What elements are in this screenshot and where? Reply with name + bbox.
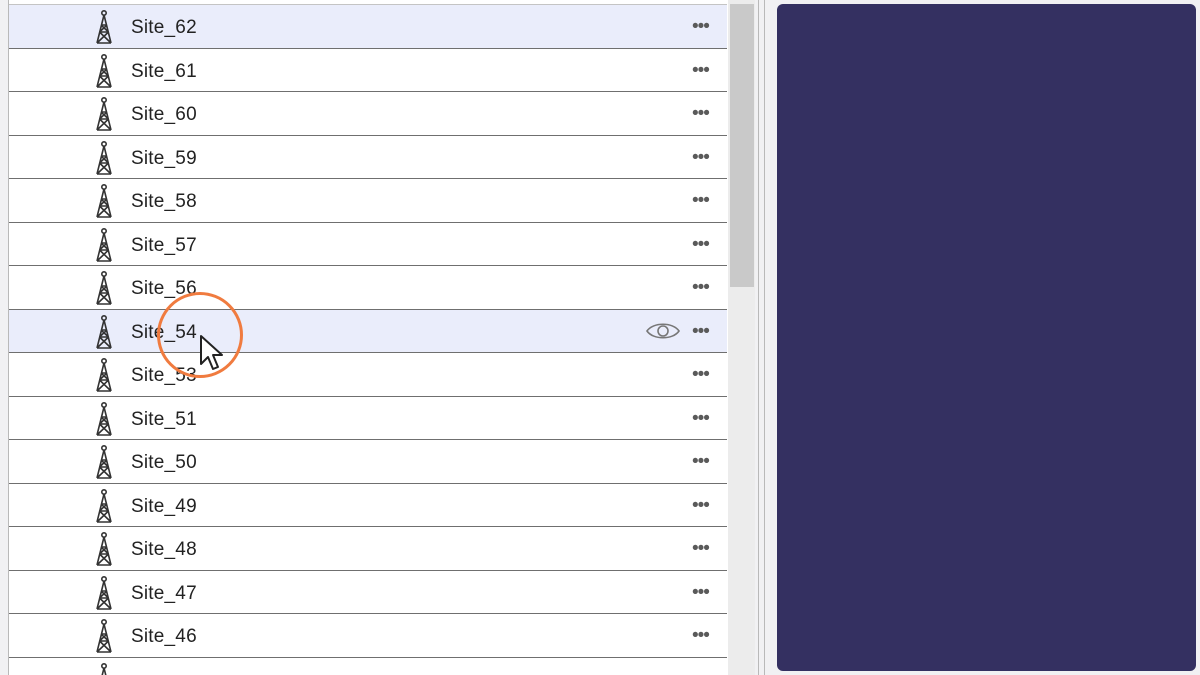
site-label: Site_47 [131, 582, 197, 604]
site-row[interactable]: Site_59 ••• [9, 134, 727, 178]
eye-icon[interactable] [645, 320, 681, 342]
more-options-icon[interactable]: ••• [692, 190, 710, 212]
more-options-icon[interactable]: ••• [692, 103, 710, 125]
tower-icon [93, 183, 115, 218]
site-row[interactable]: Site_57 ••• [9, 221, 727, 265]
more-options-icon[interactable]: ••• [692, 582, 710, 604]
more-options-icon[interactable]: ••• [692, 277, 710, 299]
tower-icon [93, 96, 115, 131]
site-row[interactable]: Site_51 ••• [9, 395, 727, 439]
site-row[interactable]: Site_49 ••• [9, 482, 727, 526]
tower-icon [93, 357, 115, 392]
tower-icon [93, 140, 115, 175]
site-tree-panel: Site_62 ••• Site_61 ••• Site_60 ••• Site_59 •••… [8, 0, 729, 675]
site-row[interactable]: Site_48 ••• [9, 526, 727, 570]
site-row[interactable]: Site_61 ••• [9, 47, 727, 91]
site-row[interactable]: Site_62 ••• [9, 4, 727, 48]
tower-icon [93, 531, 115, 566]
mouse-cursor-icon [200, 335, 223, 370]
app-window: Site_62 ••• Site_61 ••• Site_60 ••• Site_59 •••… [0, 0, 1200, 675]
tower-icon [93, 662, 115, 675]
tower-icon [93, 9, 115, 44]
more-options-icon[interactable]: ••• [692, 60, 710, 82]
site-label: Site_59 [131, 147, 197, 169]
site-row[interactable]: Site_56 ••• [9, 265, 727, 309]
tower-icon [93, 618, 115, 653]
more-options-icon[interactable]: ••• [692, 147, 710, 169]
site-row[interactable]: Site_47 ••• [9, 569, 727, 613]
site-row[interactable]: Site_58 ••• [9, 178, 727, 222]
site-row[interactable]: Site_50 ••• [9, 439, 727, 483]
site-row[interactable]: Site_46 ••• [9, 613, 727, 657]
site-label: Site_60 [131, 104, 197, 125]
tower-icon [93, 575, 115, 610]
splitter-line [764, 0, 765, 675]
site-row[interactable]: Site_53 ••• [9, 352, 727, 396]
more-options-icon[interactable]: ••• [692, 234, 710, 256]
tower-icon [93, 270, 115, 305]
tower-icon [93, 227, 115, 262]
tower-icon [93, 53, 115, 88]
site-row[interactable] [9, 656, 727, 675]
scrollbar-thumb[interactable] [730, 4, 754, 287]
site-label: Site_48 [131, 539, 197, 560]
more-options-icon[interactable]: ••• [692, 408, 710, 430]
site-label: Site_51 [131, 408, 197, 430]
more-options-icon[interactable]: ••• [692, 625, 710, 647]
site-row[interactable]: Site_54 ••• [9, 308, 727, 352]
panel-splitter[interactable] [755, 0, 776, 675]
site-label: Site_50 [131, 452, 197, 473]
more-options-icon[interactable]: ••• [692, 451, 710, 473]
tower-icon [93, 488, 115, 523]
site-label: Site_62 [131, 17, 197, 38]
site-label: Site_49 [131, 495, 197, 517]
map-view-panel[interactable] [777, 4, 1196, 671]
site-label: Site_46 [131, 626, 197, 647]
site-label: Site_57 [131, 234, 197, 256]
site-row[interactable]: Site_60 ••• [9, 91, 727, 135]
site-label: Site_61 [131, 60, 197, 82]
splitter-line [758, 0, 759, 675]
site-label: Site_58 [131, 191, 197, 212]
tower-icon [93, 444, 115, 479]
tower-icon [93, 314, 115, 349]
more-options-icon[interactable]: ••• [692, 538, 710, 560]
more-options-icon[interactable]: ••• [692, 364, 710, 386]
more-options-icon[interactable]: ••• [692, 495, 710, 517]
tower-icon [93, 401, 115, 436]
site-list: Site_62 ••• Site_61 ••• Site_60 ••• Site_59 •••… [9, 4, 727, 675]
more-options-icon[interactable]: ••• [692, 321, 710, 343]
more-options-icon[interactable]: ••• [692, 16, 710, 38]
